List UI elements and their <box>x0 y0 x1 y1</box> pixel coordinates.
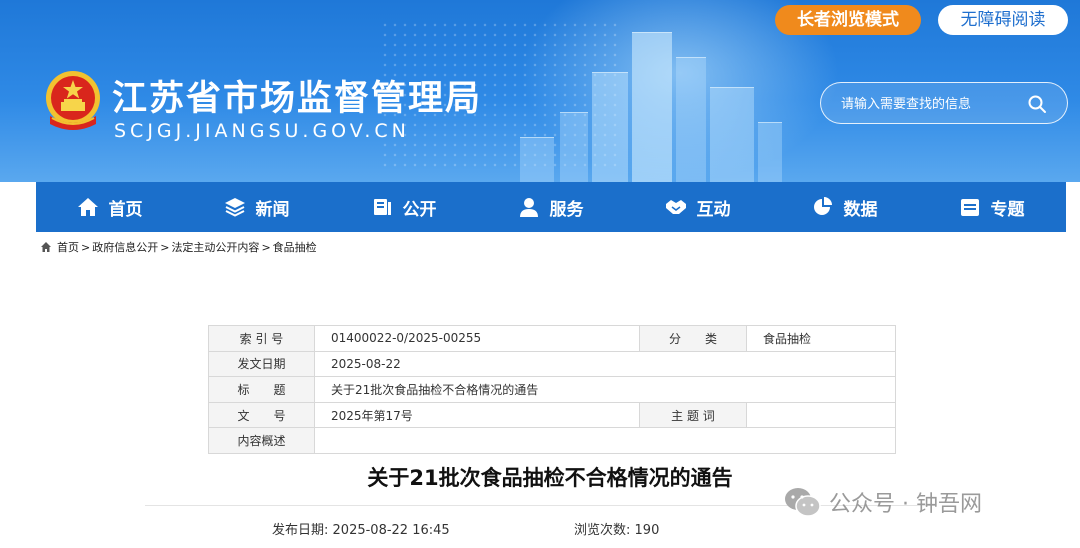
nav-item-news[interactable]: 新闻 <box>183 182 330 232</box>
nav-item-open[interactable]: 公开 <box>330 182 477 232</box>
summary-label: 内容概述 <box>208 427 315 454</box>
elder-mode-button[interactable]: 长者浏览模式 <box>775 5 921 35</box>
summary-value <box>314 427 896 454</box>
banner-building <box>592 72 628 182</box>
table-row: 标 题 关于21批次食品抽检不合格情况的通告 <box>208 376 896 403</box>
nav-item-label: 新闻 <box>255 199 290 220</box>
nav-item-label: 专题 <box>990 199 1025 220</box>
banner-building <box>758 122 782 182</box>
category-label: 分 类 <box>639 325 747 352</box>
title-value: 关于21批次食品抽检不合格情况的通告 <box>314 376 896 403</box>
layers-icon <box>224 198 245 217</box>
document-meta-table: 索 引 号 01400022-0/2025-00255 分 类 食品抽检 发文日… <box>208 325 896 454</box>
banner-building <box>632 32 672 182</box>
nav-item-data[interactable]: 数据 <box>771 182 918 232</box>
home-icon <box>41 242 51 252</box>
documents-icon <box>373 199 391 215</box>
date-label: 发文日期 <box>208 350 315 378</box>
site-title: 江苏省市场监督管理局 <box>112 79 483 119</box>
view-count-label: 浏览次数: <box>574 523 631 538</box>
date-value: 2025-08-22 <box>314 350 896 378</box>
view-count-value: 190 <box>634 523 660 538</box>
breadcrumb-separator: > <box>81 240 91 254</box>
nav-item-home[interactable]: 首页 <box>36 182 183 232</box>
nav-item-label: 公开 <box>402 199 437 220</box>
site-domain: SCJGJ.JIANGSU.GOV.CN <box>114 120 410 142</box>
index-value: 01400022-0/2025-00255 <box>314 325 640 352</box>
search-box[interactable] <box>820 82 1068 124</box>
nav-item-label: 服务 <box>549 199 584 220</box>
nav-item-label: 互动 <box>696 199 731 220</box>
table-row: 索 引 号 01400022-0/2025-00255 分 类 食品抽检 <box>208 325 896 352</box>
nav-item-service[interactable]: 服务 <box>477 182 624 232</box>
header-banner: 长者浏览模式 无障碍阅读 江苏省市场监督管理局 SCJGJ.JIANGSU.GO… <box>0 0 1080 182</box>
watermark-text: 公众号 · 钟吾网 <box>829 492 982 517</box>
calendar-icon <box>960 199 979 216</box>
search-input[interactable] <box>841 93 1021 115</box>
wechat-watermark: 公众号 · 钟吾网 <box>783 486 982 518</box>
national-emblem-icon <box>46 71 100 130</box>
table-row: 文 号 2025年第17号 主 题 词 <box>208 401 896 429</box>
main-nav: 首页 新闻 公开 服务 互动 数据 专题 <box>36 182 1066 232</box>
category-value: 食品抽检 <box>746 325 896 352</box>
banner-building <box>520 137 554 182</box>
doc-number-value: 2025年第17号 <box>314 401 640 429</box>
breadcrumb-gov-info[interactable]: 政府信息公开 <box>92 239 158 255</box>
doc-number-label: 文 号 <box>208 401 315 429</box>
breadcrumb: 首页 > 政府信息公开 > 法定主动公开内容 > 食品抽检 <box>40 239 317 255</box>
publish-date: 发布日期: 2025-08-22 16:45 <box>272 519 450 538</box>
nav-item-label: 首页 <box>108 199 143 220</box>
nav-item-interaction[interactable]: 互动 <box>624 182 771 232</box>
nav-item-label: 数据 <box>843 199 878 220</box>
index-label: 索 引 号 <box>208 325 315 352</box>
banner-building <box>560 112 588 182</box>
breadcrumb-food-inspection[interactable]: 食品抽检 <box>273 239 317 255</box>
breadcrumb-separator: > <box>160 240 170 254</box>
accessibility-reading-button[interactable]: 无障碍阅读 <box>938 5 1068 35</box>
banner-building <box>710 87 754 182</box>
keywords-value <box>746 401 896 429</box>
wechat-icon <box>785 488 821 517</box>
table-row: 内容概述 <box>208 427 896 454</box>
title-label: 标 题 <box>208 376 315 403</box>
publish-date-label: 发布日期: <box>272 523 329 538</box>
banner-building <box>676 57 706 182</box>
search-icon[interactable] <box>1027 94 1047 114</box>
nav-item-topics[interactable]: 专题 <box>918 182 1065 232</box>
user-icon <box>519 198 538 217</box>
table-row: 发文日期 2025-08-22 <box>208 350 896 378</box>
handshake-icon <box>665 200 686 214</box>
view-count: 浏览次数: 190 <box>574 519 659 538</box>
pie-chart-icon <box>813 197 832 215</box>
home-icon <box>77 198 98 216</box>
publish-date-value: 2025-08-22 16:45 <box>332 523 450 538</box>
breadcrumb-separator: > <box>261 240 271 254</box>
breadcrumb-home[interactable]: 首页 <box>57 239 79 255</box>
breadcrumb-statutory[interactable]: 法定主动公开内容 <box>171 239 259 255</box>
keywords-label: 主 题 词 <box>639 401 747 429</box>
